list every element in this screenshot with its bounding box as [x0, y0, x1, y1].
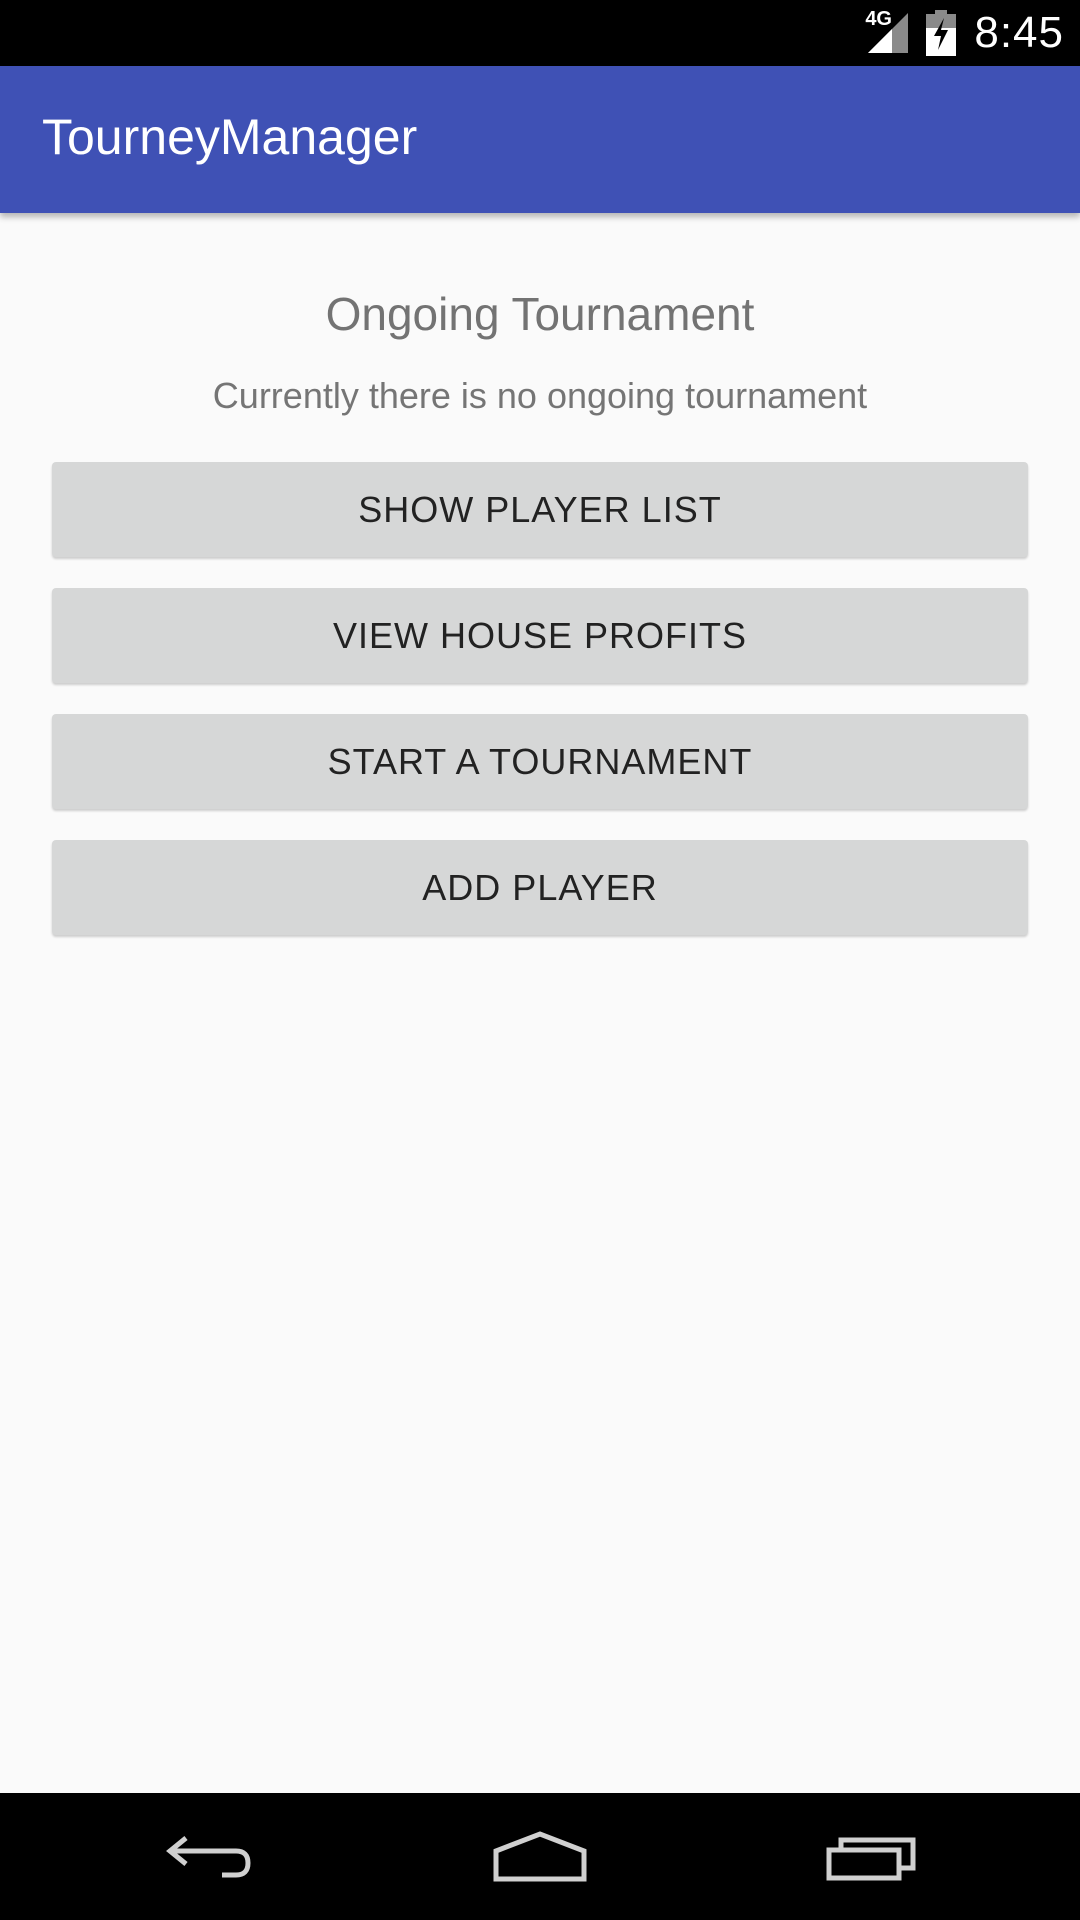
ongoing-tournament-title: Ongoing Tournament [325, 288, 755, 340]
clock: 8:45 [974, 8, 1064, 57]
home-icon [493, 1830, 587, 1881]
start-tournament-button[interactable]: START A TOURNAMENT [52, 714, 1028, 809]
app-title: TourneyManager [42, 109, 418, 165]
battery-charging-icon [926, 10, 957, 56]
home-button[interactable] [440, 1793, 640, 1920]
status-icons: 8:45 [866, 0, 1064, 66]
status-bar: 4G 8:45 [0, 0, 1080, 66]
show-player-list-button[interactable]: SHOW PLAYER LIST [52, 462, 1028, 557]
view-house-profits-button[interactable]: VIEW HOUSE PROFITS [52, 588, 1028, 683]
navigation-bar [0, 1793, 1080, 1920]
back-button[interactable] [110, 1793, 310, 1920]
add-player-button[interactable]: ADD PLAYER [52, 840, 1028, 935]
recents-icon [826, 1837, 916, 1880]
tournament-status-text: Currently there is no ongoing tournament [212, 375, 868, 416]
app-bar: TourneyManager [0, 66, 1080, 213]
signal-icon [868, 13, 909, 53]
screen: 4G 8:45 TourneyManager Ongoing Tournamen… [0, 0, 1080, 1920]
recents-button[interactable] [772, 1793, 972, 1920]
main-content: Ongoing Tournament Currently there is no… [0, 213, 1080, 1793]
back-icon [166, 1835, 251, 1877]
